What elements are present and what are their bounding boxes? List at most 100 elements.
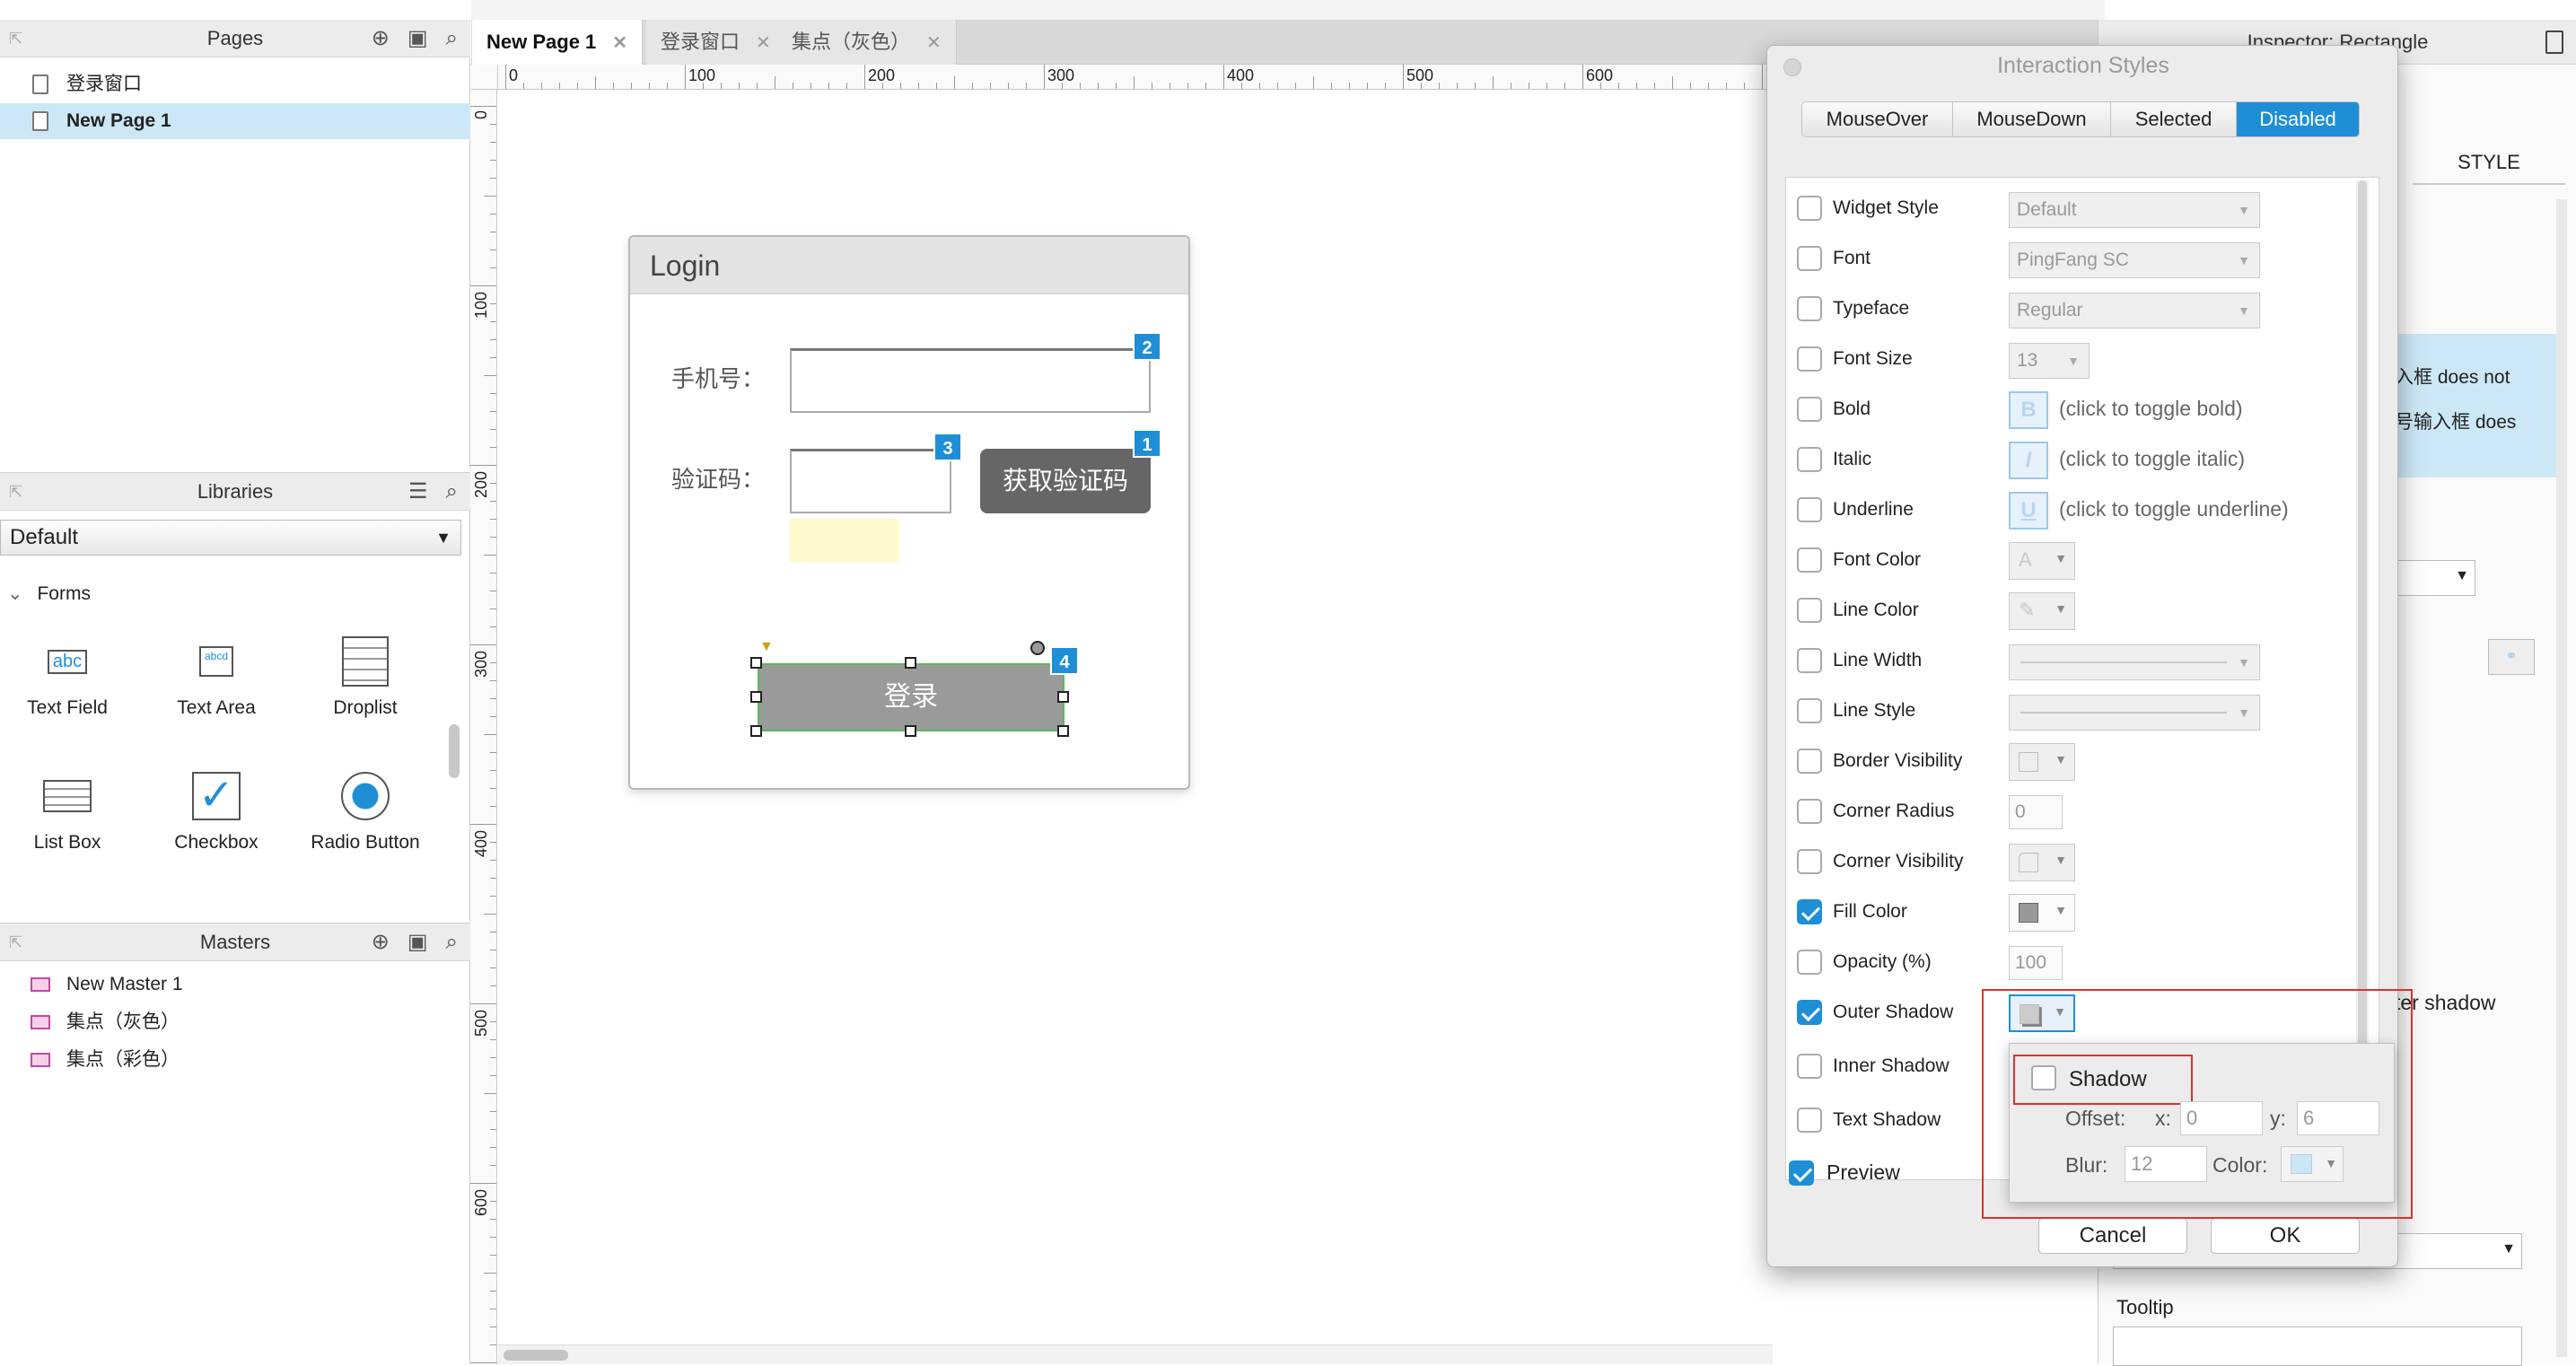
cancel-button[interactable]: Cancel	[2038, 1218, 2187, 1254]
resize-handle[interactable]	[750, 691, 762, 703]
checkbox[interactable]	[1797, 598, 1822, 623]
menu-icon[interactable]: ☰	[408, 473, 428, 511]
bold-toggle-icon[interactable]: B	[2009, 391, 2048, 429]
typeface-select[interactable]: Regular ▼	[2009, 293, 2260, 328]
forms-section[interactable]: ⌄ Forms	[7, 582, 91, 605]
checkbox[interactable]	[1797, 497, 1822, 522]
resize-handle[interactable]	[1057, 691, 1069, 703]
resize-handle[interactable]	[750, 725, 762, 737]
widget-list-box[interactable]: List Box	[0, 769, 135, 854]
line-width-select[interactable]: ▼	[2009, 644, 2260, 680]
search-icon[interactable]: ⌕	[446, 20, 458, 57]
document-icon[interactable]	[2545, 31, 2563, 54]
tab-mousedown[interactable]: MouseDown	[1953, 102, 2111, 136]
resize-handle[interactable]	[905, 725, 916, 737]
prop-corner-radius[interactable]: Corner Radius 0	[1797, 788, 2353, 838]
checkbox[interactable]	[1797, 899, 1822, 924]
widget-droplist[interactable]: Droplist	[298, 635, 433, 719]
add-master-icon[interactable]: ⊕	[372, 924, 390, 961]
prop-border-visibility[interactable]: Border Visibility ▼	[1797, 738, 2353, 788]
tab-gray-points[interactable]: 集点（灰色） ✕	[777, 20, 957, 65]
prop-line-color[interactable]: Line Color ✎ ▼	[1797, 587, 2353, 637]
checkbox[interactable]	[1797, 447, 1822, 472]
border-visibility-picker[interactable]: ▼	[2009, 743, 2075, 781]
prop-opacity[interactable]: Opacity (%) 100	[1797, 939, 2353, 989]
widget-text-area[interactable]: abcd Text Area	[149, 635, 284, 719]
checkbox[interactable]	[1797, 749, 1822, 774]
library-select[interactable]: Default ▼	[0, 520, 461, 556]
close-icon[interactable]: ✕	[756, 33, 771, 53]
checkbox[interactable]	[1797, 346, 1822, 372]
line-color-picker[interactable]: ✎ ▼	[2009, 592, 2075, 630]
widget-style-select[interactable]: Default ▼	[2009, 192, 2260, 228]
close-icon[interactable]: ✕	[926, 33, 942, 53]
checkbox[interactable]	[1797, 547, 1822, 573]
corner-visibility-picker[interactable]: ▼	[2009, 844, 2075, 881]
prop-font[interactable]: Font PingFang SC ▼	[1797, 235, 2353, 285]
tab-disabled[interactable]: Disabled	[2237, 102, 2359, 136]
scrollbar-thumb[interactable]	[504, 1350, 568, 1361]
prop-font-color[interactable]: Font Color A ▼	[1797, 537, 2353, 587]
widget-checkbox[interactable]: ✓ Checkbox	[149, 769, 284, 854]
tab-new-page-1[interactable]: New Page 1 ✕	[472, 20, 644, 65]
search-icon[interactable]: ⌕	[446, 473, 458, 511]
underline-toggle-icon[interactable]: U	[2009, 492, 2048, 530]
prop-line-style[interactable]: Line Style ▼	[1797, 687, 2353, 738]
canvas-scrollbar[interactable]	[498, 1344, 1773, 1364]
login-button[interactable]: 登录	[758, 663, 1065, 731]
master-item[interactable]: New Master 1	[0, 967, 470, 1003]
line-style-select[interactable]: ▼	[2009, 695, 2260, 731]
opacity-input[interactable]: 100	[2009, 946, 2063, 980]
italic-toggle-icon[interactable]: I	[2009, 442, 2048, 479]
search-icon[interactable]: ⌕	[446, 924, 458, 961]
checkbox[interactable]	[1797, 1108, 1822, 1133]
widget-radio-button[interactable]: Radio Button	[298, 769, 433, 854]
master-item[interactable]: 集点（灰色）	[0, 1004, 470, 1040]
tab-selected[interactable]: Selected	[2111, 102, 2237, 136]
master-item[interactable]: 集点（彩色）	[0, 1042, 470, 1078]
resize-handle[interactable]	[1057, 725, 1069, 737]
prop-fill-color[interactable]: Fill Color ▼	[1797, 889, 2353, 939]
phone-input[interactable]	[790, 348, 1151, 413]
font-size-select[interactable]: 13 ▼	[2009, 343, 2090, 379]
prop-typeface[interactable]: Typeface Regular ▼	[1797, 285, 2353, 336]
tab-mouseover[interactable]: MouseOver	[1802, 102, 1953, 136]
checkbox[interactable]	[1797, 246, 1822, 271]
rotate-handle-icon[interactable]	[1030, 641, 1045, 655]
prop-font-size[interactable]: Font Size 13 ▼	[1797, 336, 2353, 386]
resize-handle[interactable]	[750, 657, 762, 669]
font-select[interactable]: PingFang SC ▼	[2009, 242, 2260, 278]
resize-handle[interactable]	[905, 657, 916, 669]
widget-text-field[interactable]: abc Text Field	[0, 635, 135, 719]
prop-underline[interactable]: Underline U (click to toggle underline)	[1797, 486, 2353, 537]
triangle-handle-icon[interactable]: ▼	[759, 639, 774, 655]
code-input[interactable]	[790, 449, 951, 513]
add-folder-icon[interactable]: ▣	[407, 924, 428, 961]
get-code-button[interactable]: 获取验证码	[980, 449, 1151, 513]
tab-login-window[interactable]: 登录窗口 ✕	[646, 20, 786, 65]
tooltip-input[interactable]	[2113, 1327, 2522, 1366]
ok-button[interactable]: OK	[2211, 1218, 2360, 1254]
close-icon[interactable]: ✕	[612, 33, 627, 53]
fill-color-picker[interactable]: ▼	[2009, 894, 2075, 932]
link-icon[interactable]: ⚭	[2488, 639, 2535, 675]
collapse-icon[interactable]: ⇱	[9, 924, 22, 961]
prop-line-width[interactable]: Line Width ▼	[1797, 637, 2353, 687]
checkbox[interactable]	[1797, 698, 1822, 723]
collapse-icon[interactable]: ⇱	[9, 20, 22, 57]
page-item-login[interactable]: 登录窗口	[0, 66, 470, 102]
prop-italic[interactable]: Italic I (click to toggle italic)	[1797, 436, 2353, 486]
checkbox[interactable]	[1797, 1054, 1822, 1079]
add-folder-icon[interactable]: ▣	[407, 20, 428, 57]
checkbox[interactable]	[1797, 397, 1822, 422]
checkbox[interactable]	[1797, 648, 1822, 673]
checkbox[interactable]	[1797, 296, 1822, 321]
scrollbar[interactable]	[2556, 199, 2567, 1357]
checkbox[interactable]	[1797, 849, 1822, 874]
checkbox[interactable]	[1797, 196, 1822, 221]
tab-style[interactable]: STYLE	[2413, 140, 2565, 185]
prop-corner-visibility[interactable]: Corner Visibility ▼	[1797, 838, 2353, 889]
font-color-picker[interactable]: A ▼	[2009, 542, 2075, 580]
checkbox[interactable]	[1797, 1000, 1822, 1025]
preview-checkbox[interactable]	[1789, 1160, 1814, 1186]
